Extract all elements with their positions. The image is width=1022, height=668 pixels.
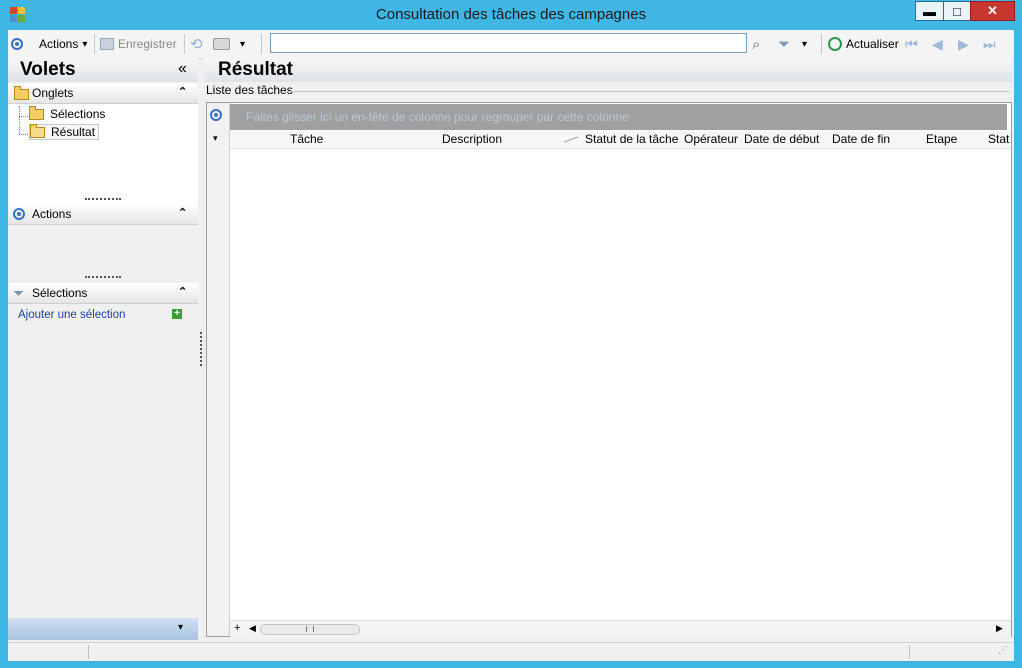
window-client: Actions ▾ Enregistrer ⟲ ▾ ⌕ ⏷ ▾ Actualis…	[8, 30, 1014, 661]
actualiser-label: Actualiser	[846, 37, 899, 51]
resize-grip[interactable]	[85, 198, 121, 203]
actualiser-icon	[828, 37, 842, 51]
add-row-button[interactable]: +	[234, 622, 240, 634]
scroll-right-arrow[interactable]: ▶	[996, 623, 1003, 634]
volets-header: Volets «	[8, 58, 198, 82]
close-button[interactable]: ✕	[970, 1, 1015, 21]
sort-ascending-icon	[564, 136, 578, 143]
previous-page-button[interactable]: ◀	[932, 30, 943, 58]
scroll-left-arrow[interactable]: ◀	[249, 623, 256, 634]
filter-icon: ⏷	[778, 35, 791, 53]
chevron-down-icon: ▾	[82, 38, 88, 50]
column-header-statut[interactable]: Stat	[988, 132, 1009, 146]
resize-grip-icon[interactable]: ⋰	[998, 645, 1008, 656]
tree-item-resultat[interactable]: Résultat	[29, 123, 100, 140]
actions-ring-icon[interactable]	[11, 30, 23, 58]
divider	[286, 91, 1010, 92]
column-header-date-fin[interactable]: Date de fin	[832, 132, 890, 146]
maximize-button[interactable]: □	[943, 1, 971, 21]
next-page-button[interactable]: ▶	[958, 30, 969, 58]
actions-section-header[interactable]: Actions ⌃	[8, 204, 198, 225]
column-header-operateur[interactable]: Opérateur	[684, 132, 738, 146]
column-header-date-debut[interactable]: Date de début	[744, 132, 819, 146]
result-title: Résultat	[218, 59, 293, 80]
result-panel: Résultat Liste des tâches ▾ Faites gliss…	[204, 58, 1012, 640]
toolbar-separator	[261, 34, 262, 54]
chevron-down-icon: ▾	[802, 38, 808, 50]
grid-indicator-column: ▾	[207, 103, 230, 636]
panel-bottom-strip: ▾	[8, 618, 198, 640]
grid-options-icon[interactable]	[210, 109, 222, 121]
tree-line	[19, 106, 21, 134]
first-page-button[interactable]: ⏮	[905, 30, 918, 58]
open-folder-icon	[30, 123, 45, 138]
onglets-section-header[interactable]: Onglets ⌃	[8, 83, 198, 104]
tree-line	[19, 134, 28, 135]
search-icon[interactable]: ⌕	[752, 30, 760, 58]
tree-item-label: Sélections	[50, 107, 106, 121]
tasks-grid: ▾ Faites glisser ici un en-tête de colon…	[206, 102, 1012, 637]
column-chooser-dropdown[interactable]: ▾	[213, 133, 218, 144]
refresh-icon[interactable]: ⟲	[190, 30, 203, 58]
volets-panel: Volets « Onglets ⌃ Sélections Résultat A…	[8, 58, 198, 640]
print-icon	[213, 38, 230, 50]
list-label: Liste des tâches	[206, 83, 293, 97]
last-page-button[interactable]: ⏭	[983, 30, 996, 58]
actions-menu-label: Actions	[39, 37, 79, 51]
add-icon[interactable]: +	[172, 309, 182, 319]
save-label: Enregistrer	[118, 37, 177, 51]
chevron-down-icon: ▾	[240, 38, 246, 50]
selections-title: Sélections	[32, 286, 88, 300]
chevron-down-icon[interactable]: ▾	[178, 622, 183, 633]
chevron-up-icon[interactable]: ⌃	[178, 206, 187, 219]
status-cell	[89, 645, 910, 659]
window-title: Consultation des tâches des campagnes	[375, 6, 647, 23]
save-button[interactable]: Enregistrer	[100, 30, 177, 58]
column-header-statut-tache[interactable]: Statut de la tâche	[585, 132, 678, 146]
print-button[interactable]: ▾	[213, 30, 245, 58]
actualiser-button[interactable]: Actualiser	[828, 30, 899, 58]
selections-section-header[interactable]: ⏷ Sélections ⌃	[8, 283, 198, 304]
scrollbar-thumb[interactable]	[260, 624, 360, 635]
column-header-tache[interactable]: Tâche	[290, 132, 323, 146]
toolbar: Actions ▾ Enregistrer ⟲ ▾ ⌕ ⏷ ▾ Actualis…	[8, 30, 1014, 59]
thumb-grip-icon	[306, 626, 314, 632]
result-header: Résultat	[204, 58, 1012, 82]
column-header-row: Tâche Description Statut de la tâche Opé…	[230, 131, 1011, 149]
group-band-hint: Faites glisser ici un en-tête de colonne…	[246, 110, 629, 124]
onglets-title: Onglets	[32, 86, 74, 100]
chevron-up-icon[interactable]: ⌃	[178, 285, 187, 298]
folder-icon	[14, 86, 29, 100]
group-by-band[interactable]: Faites glisser ici un en-tête de colonne…	[230, 104, 1007, 130]
actions-body	[8, 225, 198, 275]
status-cell	[8, 645, 89, 659]
search-input[interactable]	[270, 33, 747, 53]
tree-item-label: Résultat	[51, 125, 96, 139]
add-selection-link[interactable]: Ajouter une sélection	[18, 309, 125, 321]
chevron-up-icon[interactable]: ⌃	[178, 85, 187, 98]
minimize-button[interactable]: ▬	[915, 1, 944, 21]
title-bar: Consultation des tâches des campagnes ▬ …	[0, 0, 1022, 30]
toolbar-separator	[94, 34, 95, 54]
resize-grip[interactable]	[85, 276, 121, 281]
volets-title: Volets	[20, 59, 76, 80]
collapse-panel-button[interactable]: «	[178, 60, 187, 78]
filter-funnel-icon: ⏷	[13, 285, 25, 301]
folder-icon	[29, 105, 44, 120]
actions-ring-icon	[13, 208, 25, 220]
filter-button[interactable]: ⏷ ▾	[778, 30, 807, 58]
column-header-description[interactable]: Description	[442, 132, 502, 146]
save-icon	[100, 38, 114, 50]
actions-menu-button[interactable]: Actions ▾	[39, 30, 87, 58]
toolbar-separator	[184, 34, 185, 54]
actions-title: Actions	[32, 207, 72, 221]
tree-line	[19, 116, 28, 117]
column-header-etape[interactable]: Etape	[926, 132, 957, 146]
tree-item-selections[interactable]: Sélections	[29, 105, 106, 121]
status-bar: ⋰	[8, 642, 1014, 661]
toolbar-separator	[821, 34, 822, 54]
horizontal-scrollbar[interactable]: + ◀ ▶	[230, 620, 1011, 637]
